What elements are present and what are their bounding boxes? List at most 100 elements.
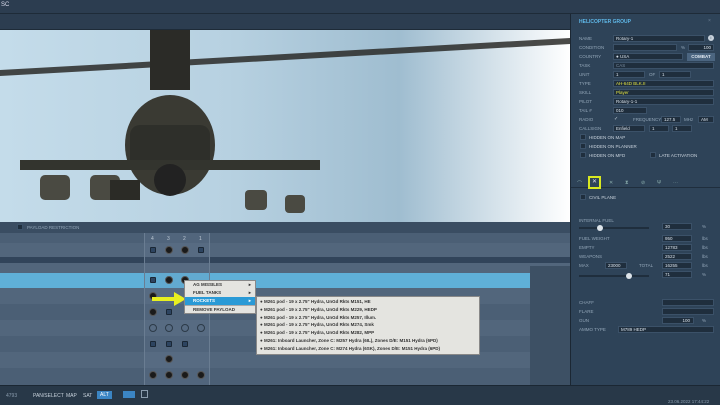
unit-label: lbs: [702, 236, 708, 241]
ruler-icon[interactable]: [123, 391, 135, 398]
modulation-select[interactable]: AM: [698, 116, 714, 123]
pylon-slot[interactable]: [150, 277, 156, 283]
rocket-option[interactable]: ● M261 pod - 19 x 2.75" Hydra, UnGd Rkts…: [257, 314, 479, 322]
chaff-field[interactable]: [662, 299, 714, 306]
hidden-on-mfd-checkbox[interactable]: [580, 152, 586, 158]
callsign-select[interactable]: Enfield: [613, 125, 645, 132]
rocket-option[interactable]: ● M261 pod - 19 x 2.75" Hydra, UnGd Rkts…: [257, 306, 479, 314]
info-icon[interactable]: i: [708, 35, 714, 41]
condition-label: CONDITION: [579, 45, 605, 50]
tail-label: TAIL #: [579, 108, 592, 113]
load-field[interactable]: 71: [662, 271, 692, 278]
callsign-number-1[interactable]: 1: [649, 125, 669, 132]
payload-row-selected[interactable]: [0, 273, 570, 288]
mode-pan-select[interactable]: PAN/SELECT: [33, 393, 64, 399]
pylon-slot[interactable]: [165, 276, 173, 284]
rocket-option[interactable]: ● M261 pod - 19 x 2.75" Hydra, UnGd Rkts…: [257, 298, 479, 306]
rocket-option[interactable]: ● M261: Inboard Launcher, Zone C: M274 H…: [257, 345, 479, 353]
mode-map[interactable]: MAP: [66, 393, 77, 399]
payload-row[interactable]: [0, 368, 570, 385]
rocket-option[interactable]: ● M261: Inboard Launcher, Zone C: M257 H…: [257, 337, 479, 345]
target-tab-icon[interactable]: ⊘: [641, 180, 645, 186]
pilot-label: PILOT: [579, 99, 593, 104]
menu-item-fuel-tanks[interactable]: FUEL TANKS ▸: [185, 289, 255, 297]
fuel-weight-field: 950: [662, 235, 692, 242]
pylon-slot[interactable]: [149, 371, 157, 379]
payload-tab-icon[interactable]: ✕: [588, 176, 601, 189]
pylon-slot[interactable]: [197, 371, 205, 379]
type-select[interactable]: AH-64D BLK.II: [613, 80, 714, 87]
chaff-label: CHAFF: [579, 300, 594, 305]
rocket-option[interactable]: ● M261 pod - 19 x 2.75" Hydra, UnGd Rkts…: [257, 321, 479, 329]
payload-restriction-checkbox[interactable]: [17, 224, 23, 230]
flare-field[interactable]: [662, 308, 714, 315]
tail-field[interactable]: 010: [613, 107, 647, 114]
internal-fuel-slider[interactable]: [579, 225, 649, 231]
max-label: MAX: [579, 263, 589, 268]
hidden-on-map-checkbox[interactable]: [580, 134, 586, 140]
close-icon[interactable]: ×: [708, 18, 711, 24]
slider-knob[interactable]: [625, 273, 632, 279]
gun-field[interactable]: 100: [662, 317, 694, 324]
load-slider[interactable]: [579, 273, 649, 279]
aircraft-preview: [0, 30, 570, 222]
pylon-slot[interactable]: [165, 324, 173, 332]
pylon-slot[interactable]: [181, 371, 189, 379]
pylon-slot[interactable]: [166, 341, 172, 347]
pylon-slot[interactable]: [198, 247, 204, 253]
late-activation-checkbox[interactable]: [650, 152, 656, 158]
panel-title: HELICOPTER GROUP: [579, 19, 631, 25]
skill-select[interactable]: Player: [613, 89, 714, 96]
pylon-slot[interactable]: [165, 246, 173, 254]
menu-item-ag-missiles[interactable]: AG MISSILES ▸: [185, 281, 255, 289]
route-tab-icon[interactable]: ⌒: [577, 180, 582, 187]
payload-row[interactable]: [0, 243, 570, 257]
country-select[interactable]: ● USA: [613, 53, 683, 60]
pylon-slot[interactable]: [197, 324, 205, 332]
pylon-slot[interactable]: [166, 309, 172, 315]
frequency-field[interactable]: 127.5: [661, 116, 681, 123]
max-field: 23000: [605, 262, 627, 269]
layer-icon[interactable]: [141, 390, 148, 398]
menu-item-remove-payload[interactable]: REMOVE PAYLOAD: [185, 305, 255, 313]
more-tab-icon[interactable]: ⋯: [673, 180, 678, 186]
pylon-slot[interactable]: [149, 324, 157, 332]
pylon-slot[interactable]: [150, 247, 156, 253]
hidden-on-mfd-label: HIDDEN ON MFD: [589, 153, 626, 158]
menu-item-rockets[interactable]: ROCKETS ▸: [185, 297, 255, 305]
summary-tab-icon[interactable]: ⧗: [625, 180, 629, 186]
unit-field[interactable]: 1: [613, 71, 645, 78]
name-field[interactable]: Rotary-1: [613, 35, 705, 42]
radio-tab-icon[interactable]: Ψ: [657, 180, 661, 186]
slider-knob[interactable]: [597, 225, 603, 231]
civil-plane-checkbox[interactable]: [580, 194, 586, 200]
condition-field[interactable]: 100: [688, 44, 714, 51]
combat-button[interactable]: COMBAT: [687, 53, 715, 61]
condition-slider[interactable]: [613, 44, 677, 51]
triggers-tab-icon[interactable]: ✕: [609, 180, 613, 186]
pylon-slot[interactable]: [181, 246, 189, 254]
internal-fuel-field[interactable]: 30: [662, 223, 692, 230]
hidden-on-planner-checkbox[interactable]: [580, 143, 586, 149]
hidden-on-planner-label: HIDDEN ON PLANNER: [589, 144, 637, 149]
pylon-slot[interactable]: [149, 308, 157, 316]
radio-checkbox[interactable]: ✓: [614, 116, 618, 122]
scrollbar[interactable]: [530, 266, 570, 385]
fuel-weight-label: FUEL WEIGHT: [579, 236, 610, 241]
unit-total-field[interactable]: 1: [659, 71, 691, 78]
rocket-option[interactable]: ● M261 pod - 19 x 2.75" Hydra, UnGd Rkts…: [257, 329, 479, 337]
mode-sat[interactable]: SAT: [83, 393, 92, 399]
pylon-slot[interactable]: [150, 341, 156, 347]
callsign-number-2[interactable]: 1: [672, 125, 692, 132]
pylon-slot[interactable]: [182, 341, 188, 347]
panel-tabs: ⌒ ✕ ✕ ⧗ ⊘ Ψ ⋯: [571, 176, 720, 189]
ammo-type-select[interactable]: M789 HEDP: [618, 326, 714, 333]
mode-alt[interactable]: ALT: [97, 391, 112, 399]
payload-row[interactable]: [0, 263, 570, 273]
pilot-field[interactable]: Rotary-1-1: [613, 98, 714, 105]
pylon-slot[interactable]: [165, 355, 173, 363]
pylon-slot[interactable]: [165, 371, 173, 379]
pylon-slot[interactable]: [181, 324, 189, 332]
toolbar: [0, 14, 570, 30]
task-select[interactable]: CAS: [613, 62, 714, 69]
